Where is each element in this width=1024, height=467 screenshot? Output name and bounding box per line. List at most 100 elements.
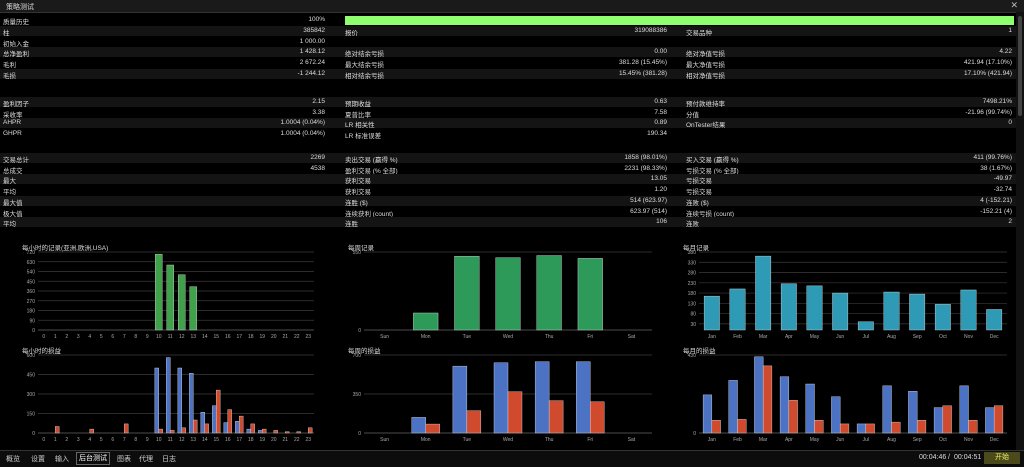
y-tick-label: 380 [688, 250, 697, 256]
x-tick-label: Jun [836, 334, 844, 340]
x-tick-label: 4 [88, 437, 91, 443]
hourly-pnl-chart: 每小时的损益 600 450 300 150 0 0 1 2 3 4 5 6 7 8 9 10 11 12 13 14 1… [20, 345, 320, 445]
chart-bar [178, 274, 186, 331]
x-tick-label: Apr [785, 334, 793, 340]
stats-row: 初始入金 1 000.00 [0, 37, 1016, 48]
chart-bar [262, 428, 267, 434]
x-tick-label: Aug [887, 334, 896, 340]
chart-bar [702, 394, 713, 434]
y-tick-label: 720 [27, 250, 36, 256]
stat-value: 4538 [310, 164, 325, 172]
chart-plot: 550 0 Sun Mon Tue Wed Thu Fri Sat [353, 250, 652, 340]
x-tick-label: Wed [503, 334, 513, 340]
x-tick-label: 11 [168, 334, 173, 340]
x-tick-label: Aug [887, 437, 896, 443]
x-tick-label: 8 [134, 334, 137, 340]
chart-bar [703, 295, 720, 331]
chart-bar [296, 431, 301, 434]
x-tick-label: Feb [733, 437, 742, 443]
y-tick-label: 630 [27, 260, 36, 266]
chart-bar [891, 421, 901, 434]
chart-bar [577, 258, 603, 331]
tab-settings[interactable]: 设置 [31, 454, 45, 464]
stat-value: 190.34 [647, 130, 667, 138]
x-tick-label: 0 [42, 437, 45, 443]
x-tick-label: 0 [42, 334, 45, 340]
stat-value: 1 000.00 [299, 37, 325, 45]
stat-label: GHPR [3, 130, 22, 138]
chart-bar [193, 419, 198, 434]
chart-bar [856, 423, 867, 434]
tab-journal[interactable]: 日志 [162, 454, 176, 464]
start-button[interactable]: 开始 [984, 452, 1020, 464]
chart-bar [189, 373, 194, 434]
stat-value: 1 428.12 [299, 48, 325, 56]
stat-label: 平均 [3, 221, 16, 229]
tab-backtest[interactable]: 后台测试 [76, 452, 110, 465]
tab-inputs[interactable]: 输入 [55, 454, 69, 464]
chart-plot: 7206305404503602701809000 1 2 3 4 5 6 7 8 9 10 11 12… [27, 250, 314, 340]
stat-label: 连胜 [345, 221, 358, 229]
close-icon[interactable]: ✕ [1010, 0, 1018, 11]
x-tick-label: 2 [65, 334, 68, 340]
y-tick-label: 450 [27, 279, 36, 285]
x-tick-label: Thu [545, 334, 554, 340]
chart-bar [155, 253, 163, 331]
x-tick-label: Nov [964, 334, 973, 340]
stat-label: AHPR [3, 119, 22, 127]
stat-value: 623.97 (514) [630, 207, 667, 215]
chart-bar [413, 312, 439, 331]
tab-agents[interactable]: 代理 [139, 454, 153, 464]
stat-label: 买入交易 (赢得 %) [686, 157, 739, 164]
chart-bar [960, 289, 977, 331]
x-tick-label: 1 [54, 334, 57, 340]
stat-label: 最大净值亏损 [686, 62, 725, 70]
stat-label: 交易总计 [3, 157, 29, 164]
x-tick-label: Sat [628, 437, 636, 443]
x-tick-label: 2 [65, 437, 68, 443]
scrollbar[interactable] [1016, 12, 1024, 450]
stat-label: 亏损交易 (% 全部) [686, 167, 739, 175]
stat-label: 报价 [345, 30, 358, 37]
y-tick-label: 280 [688, 271, 697, 277]
x-tick-label: Wed [503, 437, 513, 443]
x-tick-label: 1 [54, 437, 57, 443]
stat-value: 13.05 [650, 175, 667, 183]
x-tick-label: Mar [759, 334, 768, 340]
x-tick-label: 22 [294, 334, 300, 340]
chart-bar [216, 389, 221, 434]
chart-bar [534, 361, 550, 434]
chart-bar [909, 293, 926, 331]
x-tick-label: 13 [190, 334, 196, 340]
stat-value: 2 672.24 [299, 59, 325, 67]
tab-overview[interactable]: 概览 [6, 454, 20, 464]
stat-value: 7498.21% [982, 98, 1012, 105]
chart-bar [189, 286, 197, 331]
y-tick-label: 90 [29, 318, 35, 324]
chart-bar [166, 357, 171, 434]
x-tick-label: May [810, 437, 820, 443]
chart-bar [258, 430, 263, 434]
stat-label: 毛损 [3, 72, 16, 80]
tab-graph[interactable]: 图表 [117, 454, 131, 464]
weekly-pnl-chart: 每周的损益 700 350 0 Sun Mon Tue Wed Thu Fri Sat [346, 345, 658, 445]
x-tick-label: 6 [111, 334, 114, 340]
x-tick-label: 19 [259, 334, 265, 340]
x-tick-label: 23 [305, 334, 311, 340]
chart-bar [865, 423, 875, 434]
chart-bar [454, 256, 480, 331]
stats-row: 最大 获利交易 13.05 亏损交易 -49.97 [0, 174, 1016, 185]
chart-bar [934, 304, 951, 331]
chart-bar [235, 421, 240, 434]
stat-value: 2231 (98.33%) [624, 164, 667, 172]
chart-plot: 380 330 280 230 180 130 80 30 Jan Feb Mar Apr May Jun… [688, 250, 1007, 340]
stat-value: 0.89 [654, 119, 667, 127]
stats-row: 平均 获利交易 1.20 亏损交易 -32.74 [0, 185, 1016, 196]
scrollbar-thumb[interactable] [1018, 16, 1022, 116]
x-tick-label: 18 [248, 334, 254, 340]
chart-bar [493, 362, 509, 434]
chart-bar [590, 401, 605, 434]
x-tick-label: Sun [380, 437, 389, 443]
stat-value: 421.94 (17.10%) [963, 59, 1012, 67]
quality-label: 质量历史 [3, 19, 29, 26]
